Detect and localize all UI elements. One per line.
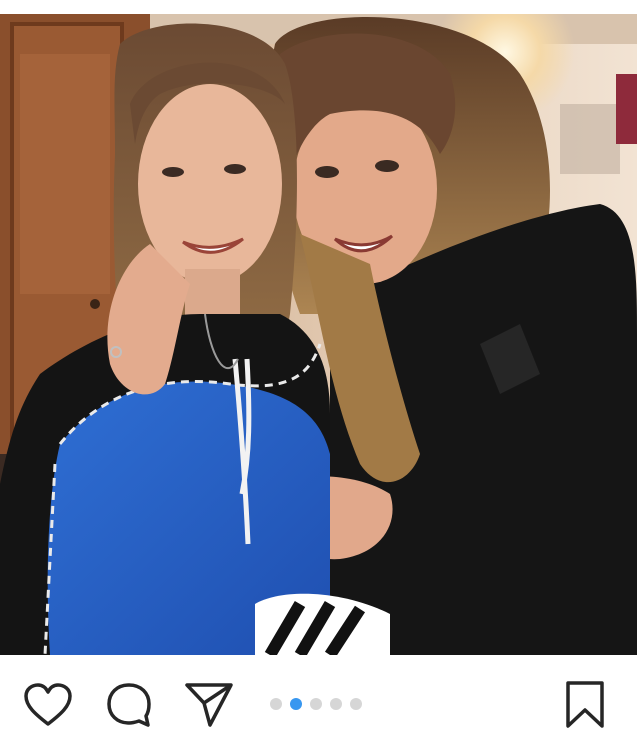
carousel-dot <box>350 698 362 710</box>
carousel-dot <box>270 698 282 710</box>
heart-icon <box>24 683 72 726</box>
like-button[interactable] <box>22 679 74 731</box>
carousel-dot-active <box>290 698 302 710</box>
paper-plane-icon <box>185 683 233 727</box>
save-button[interactable] <box>559 679 611 731</box>
carousel-dot <box>310 698 322 710</box>
post-action-bar <box>0 655 637 747</box>
share-button[interactable] <box>183 679 235 731</box>
comment-icon <box>107 683 151 727</box>
photo-illustration <box>0 14 637 655</box>
comment-button[interactable] <box>103 679 155 731</box>
post-photo[interactable] <box>0 14 637 655</box>
carousel-dot <box>330 698 342 710</box>
carousel-indicator <box>270 698 362 710</box>
bookmark-icon <box>566 681 604 728</box>
